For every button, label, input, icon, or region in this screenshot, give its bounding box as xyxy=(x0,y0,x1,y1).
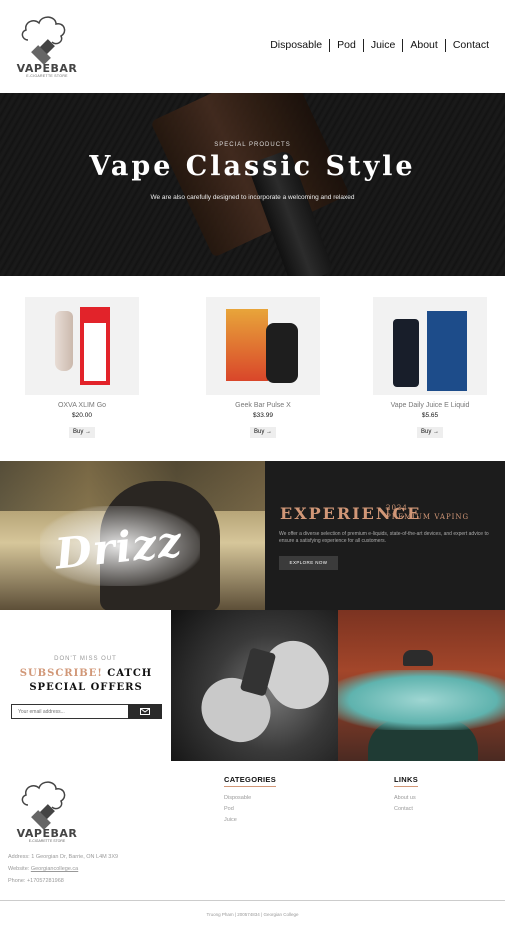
brand-tagline: E-CIGARETTE STORE xyxy=(26,74,68,78)
nav-about[interactable]: About xyxy=(402,39,444,52)
footer-link[interactable]: Contact xyxy=(394,806,413,812)
footer-category-link[interactable]: Disposable xyxy=(224,795,251,801)
site-header: VAPEBAR E-CIGARETTE STORE Disposable Pod… xyxy=(0,0,505,93)
footer-link[interactable]: About us xyxy=(394,795,416,801)
footer-address: Address: 1 Georgian Dr, Barrie, ON L4M 3… xyxy=(8,854,119,860)
product-image[interactable] xyxy=(373,297,487,395)
copyright: Truong Pham | 200574834 | Georgian Colle… xyxy=(206,912,299,917)
experience-tagline: PREMIUM VAPING xyxy=(386,513,470,521)
buy-button[interactable]: Buy → xyxy=(69,427,95,438)
experience-panel: EXPERIENCE 2024 PREMIUM VAPING We offer … xyxy=(265,461,505,610)
hero-banner: SPECIAL PRODUCTS Vape Classic Style We a… xyxy=(0,93,505,276)
subscribe-panel: DON'T MISS OUT SUBSCRIBE! CATCH SPECIAL … xyxy=(0,610,171,761)
footer-website-label: Website: xyxy=(8,866,30,872)
buy-button[interactable]: Buy → xyxy=(250,427,276,438)
nav-pod[interactable]: Pod xyxy=(329,39,363,52)
product-price: $33.99 xyxy=(253,412,273,419)
footer-website-link[interactable]: Georgiancollege.ca xyxy=(31,866,78,872)
footer-category-link[interactable]: Juice xyxy=(224,817,237,823)
hero-title: Vape Classic Style xyxy=(89,151,416,182)
smoke-cloud-photo xyxy=(338,610,505,761)
hero-eyebrow: SPECIAL PRODUCTS xyxy=(214,142,291,148)
product-card: Geek Bar Pulse X $33.99 Buy → xyxy=(206,297,320,438)
footer-brand-tagline: E-CIGARETTE STORE xyxy=(28,839,66,843)
email-input[interactable] xyxy=(11,704,128,719)
product-price: $20.00 xyxy=(72,412,92,419)
subscribe-button[interactable] xyxy=(128,704,162,719)
footer-links-title: LINKS xyxy=(394,775,418,787)
product-name[interactable]: Vape Daily Juice E Liquid xyxy=(373,402,487,409)
footer-phone: Phone: +17057281968 xyxy=(8,878,64,884)
product-name[interactable]: OXVA XLIM Go xyxy=(25,402,139,409)
hero-subtitle: We are also carefully designed to incorp… xyxy=(150,194,355,201)
product-name[interactable]: Geek Bar Pulse X xyxy=(206,402,320,409)
buy-button[interactable]: Buy → xyxy=(417,427,443,438)
nav-contact[interactable]: Contact xyxy=(444,39,496,52)
main-nav: Disposable Pod Juice About Contact xyxy=(263,39,496,52)
footer-website: Website: Georgiancollege.ca xyxy=(8,866,78,872)
promo-image: Drizz xyxy=(0,461,265,610)
explore-now-button[interactable]: EXPLORE NOW xyxy=(279,556,338,570)
product-image[interactable] xyxy=(25,297,139,395)
footer-categories-title: CATEGORIES xyxy=(224,775,277,787)
subscribe-title: SUBSCRIBE! CATCH SPECIAL OFFERS xyxy=(6,667,166,695)
product-image[interactable] xyxy=(206,297,320,395)
envelope-icon xyxy=(140,708,150,715)
experience-description: We offer a diverse selection of premium … xyxy=(279,531,489,544)
product-card: OXVA XLIM Go $20.00 Buy → xyxy=(25,297,139,438)
hands-device-photo xyxy=(171,610,338,761)
product-price: $5.65 xyxy=(421,412,439,419)
experience-year: 2024 xyxy=(386,504,408,512)
footer-category-link[interactable]: Pod xyxy=(224,806,234,812)
subscribe-eyebrow: DON'T MISS OUT xyxy=(54,656,117,662)
nav-juice[interactable]: Juice xyxy=(362,39,403,52)
product-card: Vape Daily Juice E Liquid $5.65 Buy → xyxy=(373,297,487,438)
footer-divider xyxy=(0,900,505,901)
subscribe-title-accent: SUBSCRIBE! xyxy=(19,668,103,679)
nav-disposable[interactable]: Disposable xyxy=(263,39,329,52)
